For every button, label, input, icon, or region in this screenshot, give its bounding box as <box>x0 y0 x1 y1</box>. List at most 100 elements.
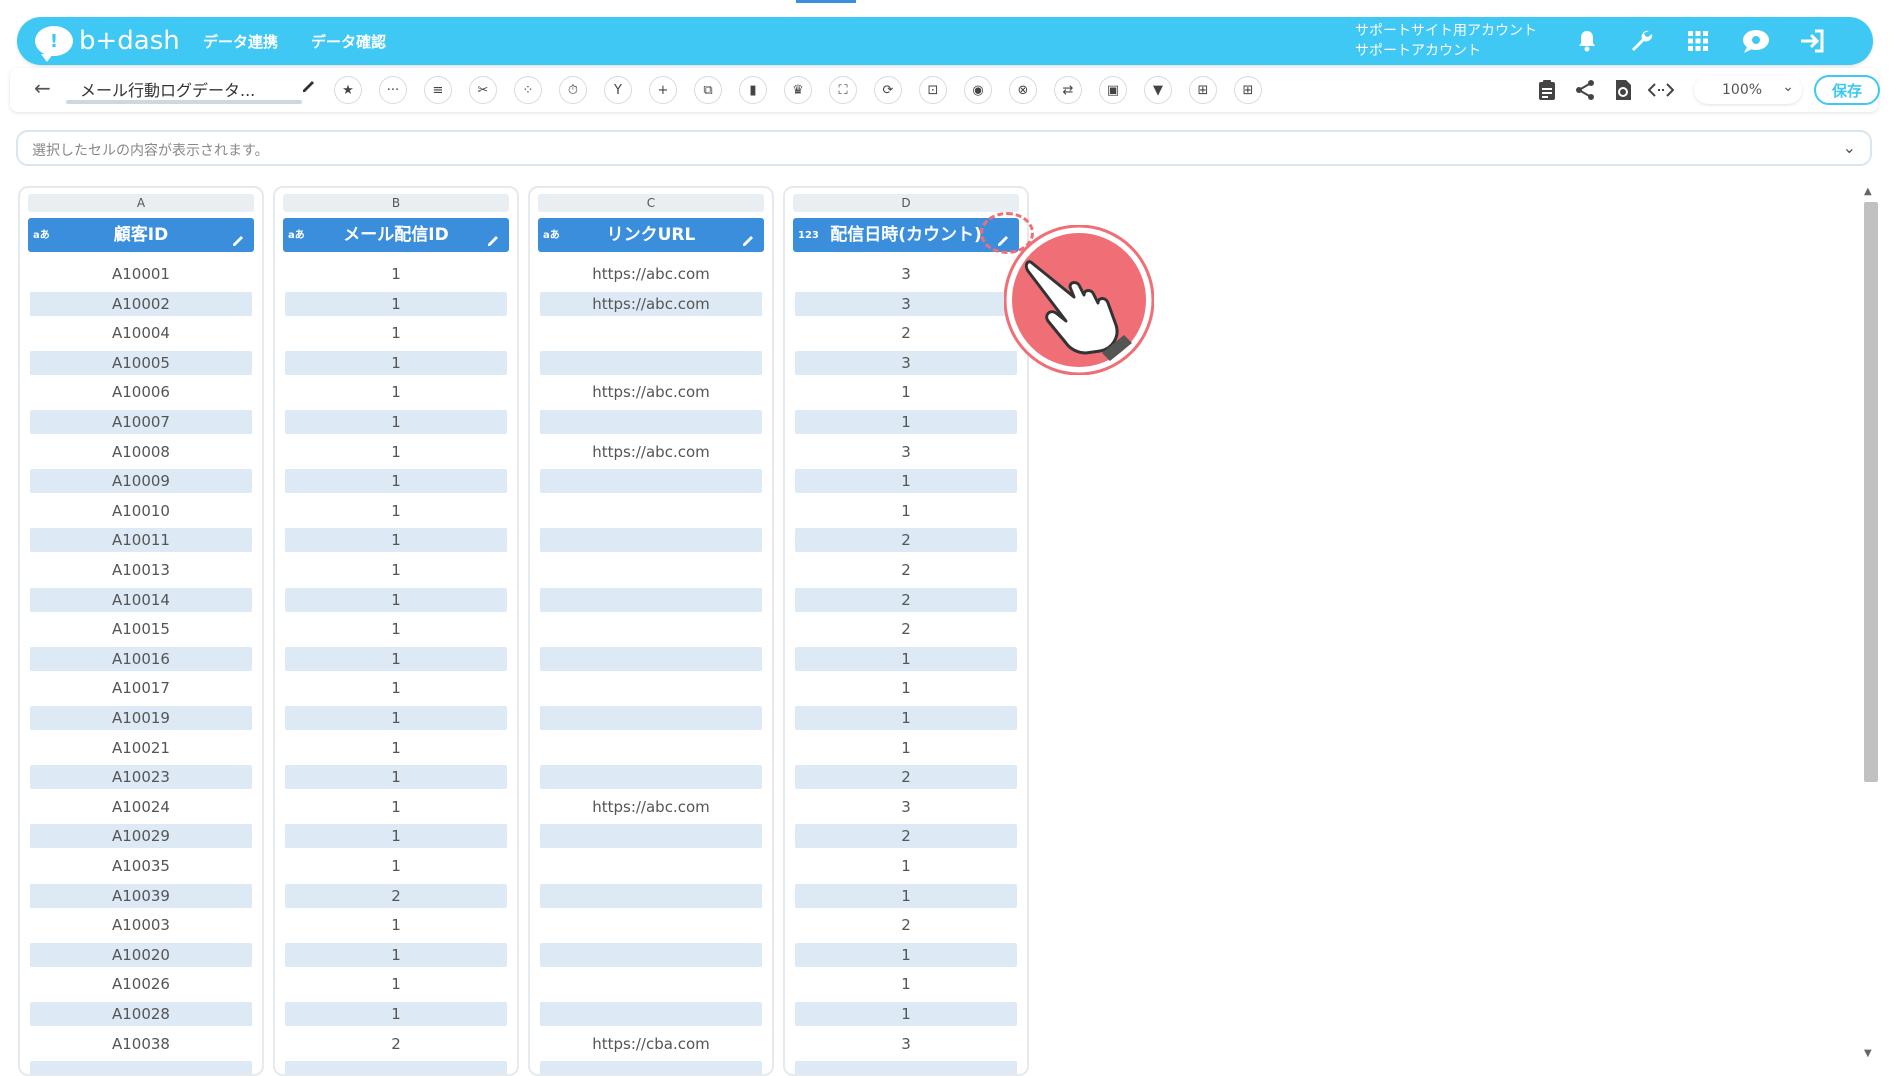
table-cell[interactable]: 1 <box>285 350 507 375</box>
column-letter[interactable]: D <box>793 194 1019 212</box>
frame-icon[interactable]: ▣ <box>1099 76 1127 104</box>
wrench-icon[interactable] <box>1627 26 1657 56</box>
share-icon[interactable] <box>1571 76 1599 104</box>
table-cell[interactable]: 1 <box>285 321 507 345</box>
table-cell[interactable]: A10010 <box>30 499 252 523</box>
table-cell[interactable]: 1 <box>285 558 507 582</box>
table-cell[interactable]: 2 <box>795 321 1017 345</box>
table-cell[interactable] <box>540 913 762 937</box>
table-cell[interactable]: 3 <box>795 795 1017 819</box>
table-cell[interactable]: A10013 <box>30 558 252 582</box>
table-cell[interactable]: 3 <box>795 350 1017 375</box>
table-cell[interactable]: 2 <box>795 765 1017 790</box>
table-cell[interactable]: 1 <box>795 706 1017 730</box>
column-header[interactable]: aあ 顧客ID <box>28 218 254 252</box>
table-cell[interactable] <box>540 528 762 553</box>
table-cell[interactable]: A10007 <box>30 410 252 434</box>
code-embed-icon[interactable] <box>1647 76 1675 104</box>
table-cell[interactable]: A10006 <box>30 380 252 404</box>
table-cell[interactable]: https://abc.com <box>540 262 762 286</box>
table-cell[interactable]: 1 <box>285 854 507 878</box>
table-cell[interactable]: 1 <box>285 617 507 641</box>
table-cell[interactable]: 1 <box>795 1002 1017 1026</box>
table-cell[interactable]: A10024 <box>30 795 252 819</box>
edit-column-pencil-icon[interactable] <box>485 226 503 246</box>
table-cell[interactable]: A10021 <box>30 736 252 760</box>
edit-column-pencil-icon[interactable] <box>740 226 758 246</box>
table-cell[interactable]: 1 <box>285 824 507 849</box>
back-button[interactable]: ← <box>34 76 51 100</box>
table-cell[interactable]: A10020 <box>30 942 252 967</box>
table-cell[interactable] <box>540 676 762 700</box>
table-cell[interactable]: 1 <box>285 706 507 730</box>
table-cell[interactable]: A10029 <box>30 824 252 849</box>
table-cell[interactable] <box>540 410 762 434</box>
table-cell[interactable]: A10009 <box>30 469 252 494</box>
table-cell[interactable]: 1 <box>795 410 1017 434</box>
table-cell[interactable]: https://cba.com <box>540 1032 762 1056</box>
more-dots-icon[interactable]: ··· <box>379 76 407 104</box>
branch-icon[interactable]: Y <box>604 76 632 104</box>
file-title[interactable]: メール行動ログデータ... <box>80 77 290 101</box>
table-cell[interactable]: 1 <box>285 528 507 553</box>
table-cell[interactable]: 1 <box>285 291 507 316</box>
table-cell[interactable] <box>540 558 762 582</box>
table-cell[interactable]: 1 <box>795 380 1017 404</box>
nav-data-integration[interactable]: データ連携 <box>203 17 278 65</box>
scissors-icon[interactable]: ✂ <box>469 76 497 104</box>
column-letter[interactable]: C <box>538 194 764 212</box>
table-cell[interactable]: 1 <box>285 795 507 819</box>
cancel-circle-icon[interactable]: ⊗ <box>1009 76 1037 104</box>
account-info[interactable]: サポートサイト用アカウント サポートアカウント <box>1355 21 1537 61</box>
table-cell[interactable]: A10003 <box>30 913 252 937</box>
crown-icon[interactable]: ♛ <box>784 76 812 104</box>
table-cell[interactable]: 1 <box>285 499 507 523</box>
nav-data-confirm[interactable]: データ確認 <box>311 17 386 65</box>
table-cell[interactable]: A10028 <box>30 1002 252 1026</box>
column-letter[interactable]: A <box>28 194 254 212</box>
column-header[interactable]: aあ メール配信ID <box>283 218 509 252</box>
table-cell[interactable]: 1 <box>285 913 507 937</box>
cell-content-bar[interactable]: 選択したセルの内容が表示されます。 ⌄ <box>16 130 1872 166</box>
table-cell[interactable]: https://abc.com <box>540 795 762 819</box>
merge-icon[interactable]: ⁘ <box>514 76 542 104</box>
table-cell[interactable]: 1 <box>795 972 1017 996</box>
apps-grid-icon[interactable] <box>1683 26 1713 56</box>
chevron-down-icon[interactable]: ⌄ <box>1843 138 1856 157</box>
table-cell[interactable] <box>540 321 762 345</box>
table-cell[interactable]: 1 <box>285 676 507 700</box>
table-cell[interactable]: 1 <box>795 942 1017 967</box>
table-cell[interactable]: A10038 <box>30 1032 252 1056</box>
save-button[interactable]: 保存 <box>1814 75 1880 105</box>
table-cell[interactable]: 1 <box>285 972 507 996</box>
repeat-icon[interactable]: ⟳ <box>874 76 902 104</box>
table-cell[interactable]: A10017 <box>30 676 252 700</box>
clipboard-icon[interactable] <box>1533 76 1561 104</box>
scroll-thumb[interactable] <box>1864 202 1878 782</box>
table-cell[interactable]: 1 <box>285 380 507 404</box>
table-cell[interactable]: A10016 <box>30 646 252 671</box>
table-cell[interactable]: https://abc.com <box>540 380 762 404</box>
add-plus-icon[interactable]: + <box>649 76 677 104</box>
scroll-up-arrow-icon[interactable]: ▲ <box>1864 186 1872 197</box>
table-cell[interactable] <box>540 883 762 908</box>
copy-icon[interactable]: ⧉ <box>694 76 722 104</box>
table-cell[interactable] <box>285 1061 507 1074</box>
app-logo[interactable]: ! b+dash <box>35 25 180 62</box>
table-cell[interactable]: 1 <box>795 676 1017 700</box>
table-cell[interactable]: 2 <box>285 883 507 908</box>
table-cell[interactable]: 1 <box>285 410 507 434</box>
table-cell[interactable]: A10011 <box>30 528 252 553</box>
timer-icon[interactable]: ⏱ <box>559 76 587 104</box>
table-cell[interactable] <box>540 587 762 612</box>
table-cell[interactable]: 1 <box>285 765 507 790</box>
table-cell[interactable]: A10001 <box>30 262 252 286</box>
table-cell[interactable]: 2 <box>795 528 1017 553</box>
table-cell[interactable]: A10008 <box>30 440 252 464</box>
table-cell[interactable]: 2 <box>285 1032 507 1056</box>
table-cell[interactable]: https://abc.com <box>540 440 762 464</box>
table-cell[interactable]: A10023 <box>30 765 252 790</box>
favorite-star-icon[interactable]: ★ <box>334 76 362 104</box>
memo-icon[interactable]: ≡ <box>424 76 452 104</box>
table-cell[interactable] <box>540 824 762 849</box>
